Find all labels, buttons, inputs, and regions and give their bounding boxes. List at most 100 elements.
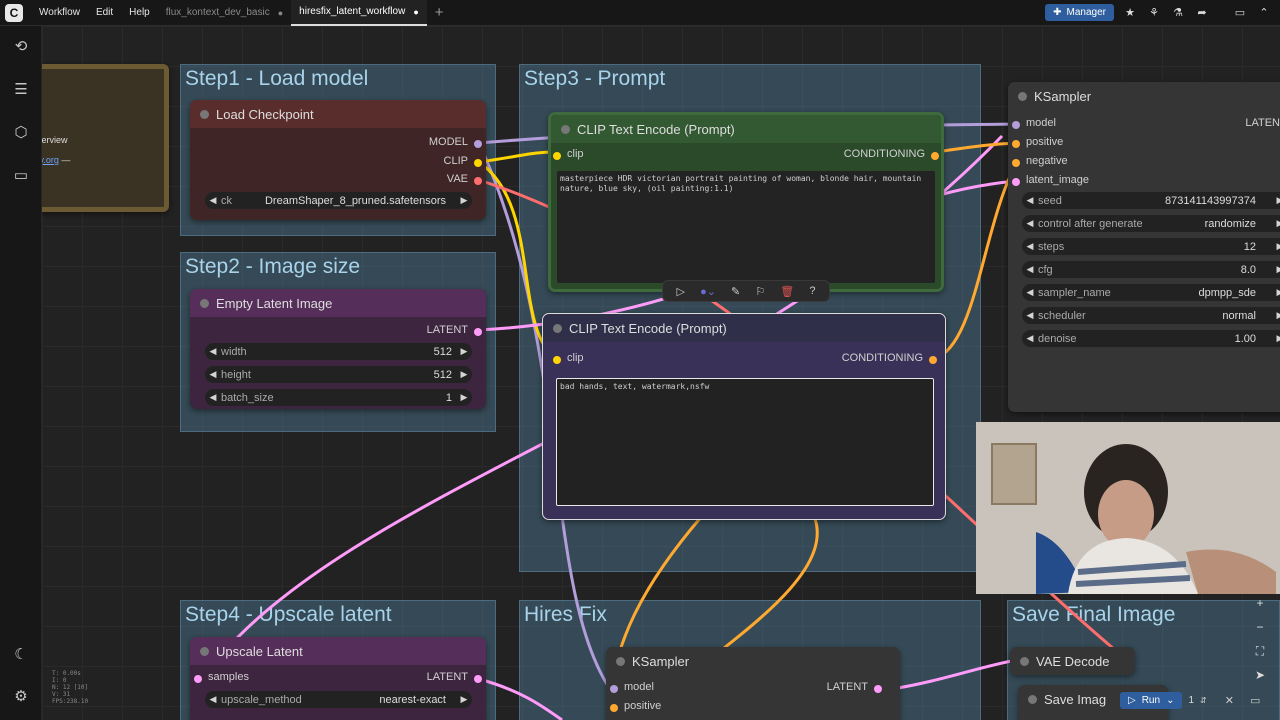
- output-latent-dot[interactable]: [474, 675, 482, 683]
- input-model-dot[interactable]: [1012, 121, 1020, 129]
- star-icon[interactable]: ★: [1122, 6, 1138, 19]
- node-title[interactable]: Load Checkpoint: [190, 100, 486, 128]
- menu-edit[interactable]: Edit: [88, 7, 121, 18]
- control-after-generate-widget[interactable]: ◀ control after generate randomize ▶: [1022, 215, 1280, 232]
- denoise-widget[interactable]: ◀ denoise 1.00 ▶: [1022, 330, 1280, 347]
- node-title[interactable]: CLIP Text Encode (Prompt): [551, 115, 941, 143]
- vae-decode-node[interactable]: VAE Decode: [1010, 647, 1135, 675]
- chevron-right-icon[interactable]: ▶: [1272, 218, 1280, 229]
- output-latent-dot[interactable]: [474, 328, 482, 336]
- hand-icon[interactable]: ⚗: [1170, 6, 1186, 19]
- chevron-left-icon[interactable]: ◀: [1022, 241, 1038, 252]
- menu-workflow[interactable]: Workflow: [31, 7, 88, 18]
- help-icon[interactable]: ?: [809, 285, 815, 297]
- node-title[interactable]: Upscale Latent: [190, 637, 486, 665]
- batch-count-input[interactable]: 1: [1188, 695, 1194, 706]
- input-samples-dot[interactable]: [194, 675, 202, 683]
- upscale-method-widget[interactable]: ◀ upscale_method nearest-exact ▶: [205, 691, 472, 708]
- scheduler-widget[interactable]: ◀ scheduler normal ▶: [1022, 307, 1280, 324]
- gear-icon[interactable]: ⚙: [10, 686, 32, 708]
- chevron-left-icon[interactable]: ◀: [205, 369, 221, 380]
- note-link[interactable]: ty.org —: [42, 155, 70, 165]
- output-clip-dot[interactable]: [474, 159, 482, 167]
- chevron-left-icon[interactable]: ◀: [1022, 195, 1038, 206]
- collapse-icon[interactable]: ⌃: [1256, 6, 1272, 19]
- steps-widget[interactable]: ◀ steps 12 ▶: [1022, 238, 1280, 255]
- share-icon[interactable]: ➦: [1194, 6, 1210, 19]
- chevron-left-icon[interactable]: ◀: [1022, 218, 1038, 229]
- play-icon[interactable]: ▷: [677, 285, 685, 298]
- height-widget[interactable]: ◀ height 512 ▶: [205, 366, 472, 383]
- chevron-left-icon[interactable]: ◀: [1022, 333, 1038, 344]
- pointer-mode-icon[interactable]: ➤: [1250, 665, 1270, 685]
- input-positive-dot[interactable]: [610, 704, 618, 712]
- chevron-right-icon[interactable]: ▶: [456, 694, 472, 705]
- output-latent-dot[interactable]: [874, 685, 882, 693]
- moon-icon[interactable]: ☾: [10, 644, 32, 666]
- sampler-name-widget[interactable]: ◀ sampler_name dpmpp_sde ▶: [1022, 284, 1280, 301]
- note-link-text[interactable]: ty.org: [42, 155, 59, 165]
- clip-text-encode-negative-node[interactable]: CLIP Text Encode (Prompt) clip CONDITION…: [542, 313, 946, 520]
- unsaved-dot-icon[interactable]: ●: [278, 0, 283, 26]
- trash-icon[interactable]: 🗑: [780, 285, 794, 298]
- history-icon[interactable]: ⟲: [10, 36, 32, 58]
- empty-latent-node[interactable]: Empty Latent Image LATENT ◀ width 512 ▶ …: [190, 289, 486, 409]
- chevron-down-icon[interactable]: ⌄: [1166, 695, 1174, 706]
- ksampler-node[interactable]: KSampler model LATEN positive negative l…: [1008, 82, 1280, 412]
- chevron-left-icon[interactable]: ◀: [1022, 287, 1038, 298]
- clip-text-encode-positive-node[interactable]: CLIP Text Encode (Prompt) clip CONDITION…: [548, 112, 944, 292]
- model-icon[interactable]: ⚘: [1146, 6, 1162, 19]
- run-button[interactable]: ▷ Run ⌄: [1120, 691, 1183, 709]
- graph-canvas[interactable]: verview ty.org — Step1 - Load model Step…: [42, 26, 1280, 720]
- chevron-right-icon[interactable]: ▶: [456, 195, 472, 206]
- chevron-right-icon[interactable]: ▶: [1272, 310, 1280, 321]
- chevron-right-icon[interactable]: ▶: [1272, 264, 1280, 275]
- input-latent-dot[interactable]: [1012, 178, 1020, 186]
- chevron-left-icon[interactable]: ◀: [205, 195, 221, 206]
- ckpt-name-combo[interactable]: ◀ ck DreamShaper_8_pruned.safetensors ▶: [205, 192, 472, 209]
- seed-widget[interactable]: ◀ seed 873141143997374 ▶: [1022, 192, 1280, 209]
- input-clip-dot[interactable]: [553, 356, 561, 364]
- chevron-right-icon[interactable]: ▶: [1272, 195, 1280, 206]
- chevron-left-icon[interactable]: ◀: [1022, 310, 1038, 321]
- tab-flux-kontext[interactable]: flux_kontext_dev_basic ●: [158, 0, 291, 26]
- cube-icon[interactable]: ⬡: [10, 122, 32, 144]
- nodes-library-icon[interactable]: ☰: [10, 79, 32, 101]
- color-picker-icon[interactable]: ●⌄: [700, 285, 716, 298]
- chevron-right-icon[interactable]: ▶: [456, 346, 472, 357]
- negative-prompt-textarea[interactable]: bad hands, text, watermark,nsfw: [556, 378, 934, 506]
- chevron-right-icon[interactable]: ▶: [456, 392, 472, 403]
- chevron-right-icon[interactable]: ▶: [1272, 333, 1280, 344]
- node-title[interactable]: VAE Decode: [1010, 647, 1135, 675]
- load-checkpoint-node[interactable]: Load Checkpoint MODEL CLIP VAE ◀ ck Drea…: [190, 100, 486, 220]
- comfy-logo-icon[interactable]: C: [5, 3, 23, 22]
- note-node[interactable]: verview ty.org —: [42, 64, 169, 212]
- node-title[interactable]: Empty Latent Image: [190, 289, 486, 317]
- node-title[interactable]: KSampler: [606, 647, 900, 675]
- input-model-dot[interactable]: [610, 685, 618, 693]
- positive-prompt-textarea[interactable]: masterpiece HDR victorian portrait paint…: [557, 171, 935, 283]
- fit-view-icon[interactable]: ⛶: [1250, 641, 1270, 661]
- chevron-left-icon[interactable]: ◀: [205, 694, 221, 705]
- chevron-right-icon[interactable]: ▶: [456, 369, 472, 380]
- folder-icon[interactable]: ▭: [10, 165, 32, 187]
- stepper-icon[interactable]: ⇵: [1200, 696, 1207, 705]
- new-tab-button[interactable]: +: [427, 4, 452, 21]
- bookmark-icon[interactable]: ⚐: [755, 285, 765, 298]
- cfg-widget[interactable]: ◀ cfg 8.0 ▶: [1022, 261, 1280, 278]
- zoom-in-icon[interactable]: +: [1250, 593, 1270, 613]
- input-clip-dot[interactable]: [553, 152, 561, 160]
- pin-brush-icon[interactable]: ✎: [731, 285, 740, 298]
- queue-panel-icon[interactable]: ▭: [1250, 694, 1260, 707]
- upscale-latent-node[interactable]: Upscale Latent samples LATENT ◀ upscale_…: [190, 637, 486, 720]
- chevron-left-icon[interactable]: ◀: [205, 392, 221, 403]
- output-model-dot[interactable]: [474, 140, 482, 148]
- close-icon[interactable]: ✕: [1225, 694, 1234, 707]
- width-widget[interactable]: ◀ width 512 ▶: [205, 343, 472, 360]
- menu-help[interactable]: Help: [121, 7, 158, 18]
- chevron-left-icon[interactable]: ◀: [1022, 264, 1038, 275]
- input-positive-dot[interactable]: [1012, 140, 1020, 148]
- chevron-left-icon[interactable]: ◀: [205, 346, 221, 357]
- chevron-right-icon[interactable]: ▶: [1272, 241, 1280, 252]
- output-vae-dot[interactable]: [474, 177, 482, 185]
